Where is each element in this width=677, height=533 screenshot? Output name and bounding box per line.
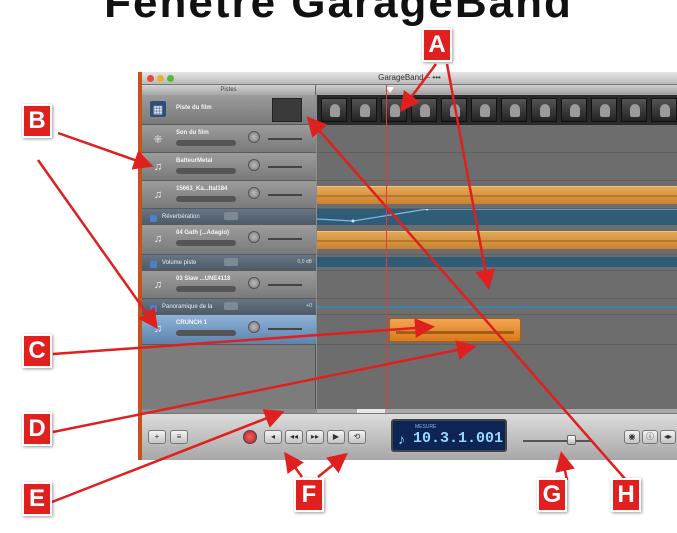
- callout-a: A: [422, 28, 452, 62]
- callout-g: G: [537, 478, 567, 512]
- annotation-arrows: [36, 63, 627, 504]
- callout-c: C: [22, 334, 52, 368]
- callout-h: H: [611, 478, 641, 512]
- callout-d: D: [22, 412, 52, 446]
- callout-f: F: [294, 478, 324, 512]
- callout-e: E: [22, 482, 52, 516]
- callout-b: B: [22, 104, 52, 138]
